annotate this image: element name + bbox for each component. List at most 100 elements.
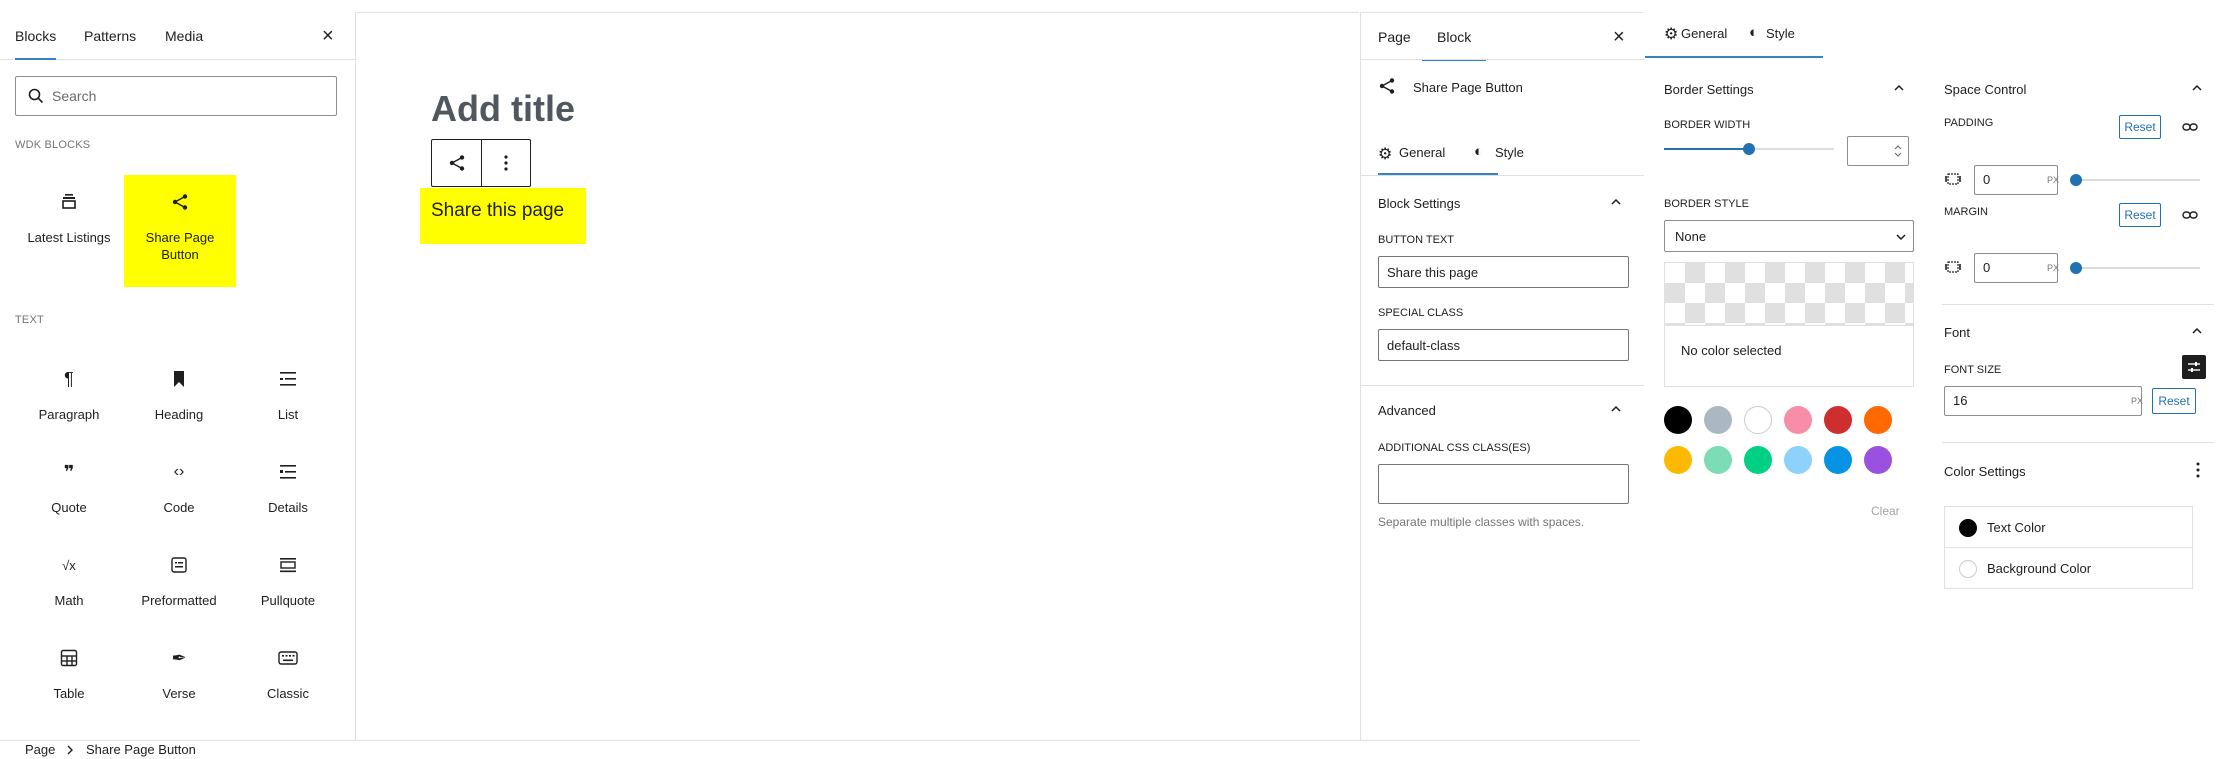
- color-swatch[interactable]: [1824, 446, 1852, 474]
- details-icon: [233, 459, 343, 485]
- space-control-title[interactable]: Space Control: [1944, 82, 2026, 97]
- chevron-right-icon: [67, 745, 73, 755]
- table-icon: [14, 645, 124, 671]
- slider-thumb[interactable]: [1743, 143, 1755, 155]
- slider-thumb[interactable]: [2070, 262, 2082, 274]
- chevron-up-icon[interactable]: [2192, 326, 2202, 336]
- special-class-input[interactable]: [1378, 329, 1629, 361]
- color-swatch[interactable]: [1744, 446, 1772, 474]
- block-pullquote[interactable]: Pullquote: [233, 538, 343, 638]
- border-settings-title[interactable]: Border Settings: [1664, 82, 1754, 97]
- heading-icon: [124, 366, 234, 392]
- color-picker[interactable]: No color selected: [1664, 262, 1914, 387]
- block-quote[interactable]: ❞ Quote: [14, 445, 124, 545]
- clear-button[interactable]: Clear: [1871, 504, 1900, 518]
- color-swatch[interactable]: [1824, 406, 1852, 434]
- margin-input[interactable]: 0 PX: [1974, 253, 2059, 283]
- link-icon[interactable]: [2182, 207, 2198, 223]
- additional-css-help: Separate multiple classes with spaces.: [1378, 515, 1585, 529]
- color-settings-title[interactable]: Color Settings: [1944, 464, 2026, 479]
- margin-slider[interactable]: [2070, 262, 2200, 274]
- verse-icon: ✒: [171, 647, 187, 668]
- sides-all-icon[interactable]: [1945, 259, 1961, 275]
- color-swatch[interactable]: [1864, 406, 1892, 434]
- block-label: Table: [53, 686, 85, 701]
- list-icon: [233, 366, 343, 392]
- chevron-up-icon[interactable]: [2192, 83, 2202, 93]
- margin-reset-button[interactable]: Reset: [2119, 203, 2161, 227]
- color-swatch[interactable]: [1744, 406, 1772, 434]
- block-preformatted[interactable]: Preformatted: [124, 538, 234, 638]
- text-color-button[interactable]: Text Color: [1944, 506, 2193, 548]
- chevron-up-icon[interactable]: [1611, 197, 1621, 207]
- padding-reset-button[interactable]: Reset: [2119, 115, 2161, 139]
- more-vertical-icon[interactable]: [2196, 462, 2200, 478]
- link-icon[interactable]: [2182, 119, 2198, 135]
- block-details[interactable]: Details: [233, 445, 343, 545]
- block-classic[interactable]: Classic: [233, 631, 343, 731]
- tab-patterns[interactable]: Patterns: [84, 12, 136, 60]
- section-label-wdk: WDK BLOCKS: [15, 139, 91, 151]
- padding-label: PADDING: [1944, 117, 1994, 129]
- block-label: Heading: [154, 407, 204, 422]
- color-swatch[interactable]: [1864, 446, 1892, 474]
- border-width-input[interactable]: [1847, 136, 1909, 166]
- subtab-style[interactable]: ◐ Style: [1474, 131, 1544, 175]
- share-page-button[interactable]: Share this page: [420, 188, 586, 244]
- block-label: Quote: [51, 500, 87, 515]
- tab-page[interactable]: Page: [1378, 13, 1411, 61]
- tab-media[interactable]: Media: [165, 12, 203, 60]
- style-tab-general[interactable]: ⚙ General: [1645, 12, 1733, 58]
- block-table[interactable]: Table: [14, 631, 124, 731]
- spinner-icon[interactable]: [1894, 143, 1902, 159]
- chevron-up-icon[interactable]: [1611, 404, 1621, 414]
- style-tab-style[interactable]: ◐ Style: [1733, 12, 1823, 58]
- padding-slider[interactable]: [2070, 174, 2200, 186]
- block-settings-title[interactable]: Block Settings: [1378, 196, 1460, 211]
- block-heading[interactable]: Heading: [124, 352, 234, 452]
- color-swatch[interactable]: [1784, 446, 1812, 474]
- subtab-general-label: General: [1399, 145, 1446, 160]
- block-share-page-button[interactable]: Share Page Button: [124, 175, 236, 287]
- close-icon[interactable]: ×: [322, 26, 334, 46]
- breadcrumb-item-page[interactable]: Page: [25, 742, 55, 757]
- additional-css-input[interactable]: [1378, 464, 1629, 504]
- border-style-label: BORDER STYLE: [1664, 198, 1749, 210]
- color-swatch[interactable]: [1784, 406, 1812, 434]
- close-icon[interactable]: ×: [1613, 27, 1625, 47]
- more-options-button[interactable]: [482, 140, 530, 186]
- color-swatch[interactable]: [1704, 406, 1732, 434]
- chevron-up-icon[interactable]: [1894, 83, 1904, 93]
- color-swatch[interactable]: [1664, 446, 1692, 474]
- tab-blocks[interactable]: Blocks: [15, 12, 56, 60]
- block-verse[interactable]: ✒ Verse: [124, 631, 234, 731]
- button-text-input[interactable]: [1378, 256, 1629, 288]
- settings-sidebar: Page Block × Share Page Button ⚙ General…: [1360, 12, 1644, 740]
- block-math[interactable]: √x Math: [14, 538, 124, 638]
- paragraph-icon: ¶: [64, 368, 74, 389]
- block-paragraph[interactable]: ¶ Paragraph: [14, 352, 124, 452]
- border-style-select[interactable]: None: [1664, 220, 1914, 252]
- font-size-input[interactable]: 16 PX: [1944, 386, 2143, 416]
- slider-thumb[interactable]: [2070, 174, 2082, 186]
- block-type-button[interactable]: [432, 140, 482, 186]
- block-latest-listings[interactable]: Latest Listings: [14, 175, 124, 275]
- color-swatch[interactable]: [1704, 446, 1732, 474]
- search-input[interactable]: [52, 77, 332, 115]
- color-swatch[interactable]: [1664, 406, 1692, 434]
- divider: [1942, 442, 2214, 443]
- font-size-custom-button[interactable]: [2182, 355, 2206, 379]
- tab-block[interactable]: Block: [1422, 13, 1486, 61]
- advanced-title[interactable]: Advanced: [1378, 403, 1436, 418]
- post-title-placeholder[interactable]: Add title: [431, 88, 575, 130]
- block-list[interactable]: List: [233, 352, 343, 452]
- font-size-reset-button[interactable]: Reset: [2152, 388, 2196, 414]
- padding-input[interactable]: 0 PX: [1974, 165, 2059, 195]
- border-width-slider[interactable]: [1664, 143, 1834, 155]
- font-title[interactable]: Font: [1944, 325, 1970, 340]
- breadcrumb-item-block[interactable]: Share Page Button: [86, 742, 196, 757]
- sides-all-icon[interactable]: [1945, 171, 1961, 187]
- block-label: Verse: [162, 686, 196, 701]
- block-code[interactable]: ‹› Code: [124, 445, 234, 545]
- background-color-button[interactable]: Background Color: [1944, 547, 2193, 589]
